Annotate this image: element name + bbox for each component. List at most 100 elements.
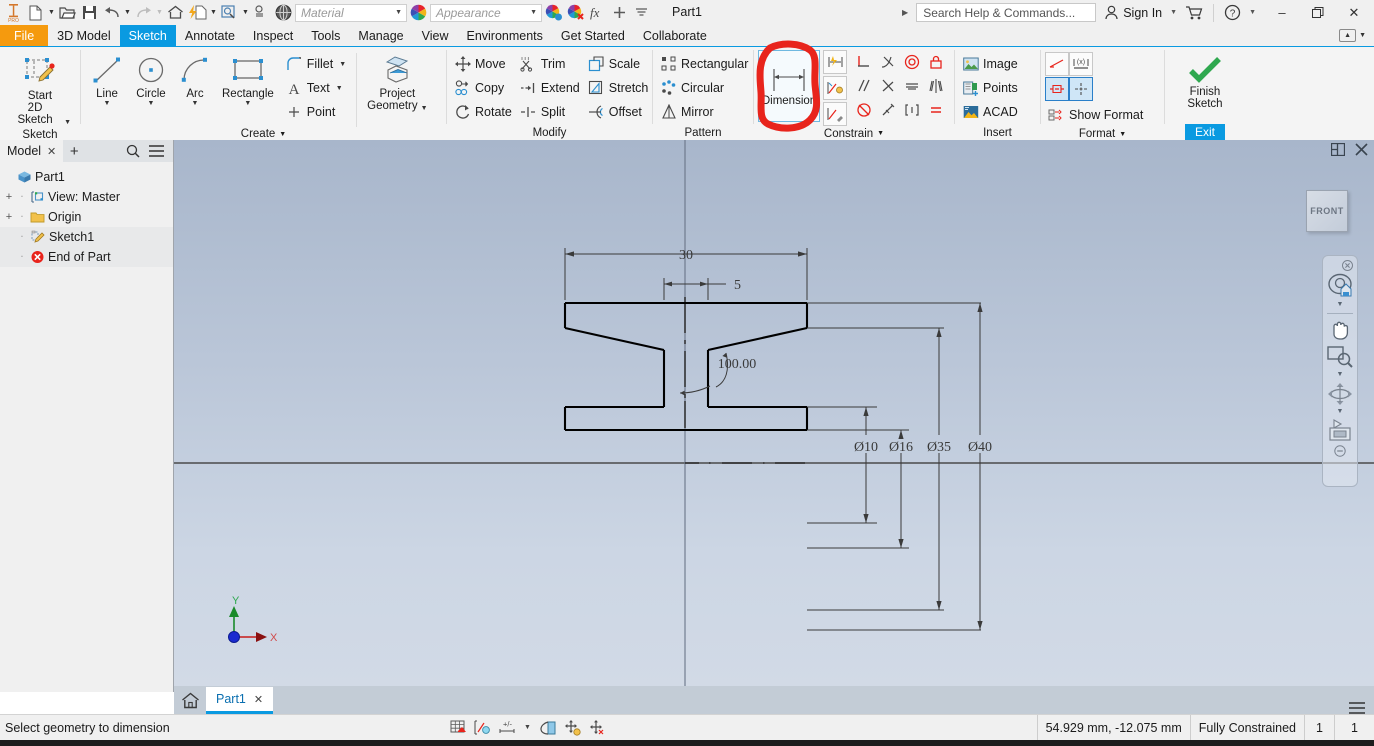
smooth-icon[interactable] bbox=[900, 98, 924, 122]
circle-button[interactable]: Circle ▼ bbox=[129, 50, 173, 109]
select-caret[interactable]: ▼ bbox=[241, 2, 250, 24]
zoom-window-icon[interactable] bbox=[1324, 344, 1356, 370]
arc-button[interactable]: Arc ▼ bbox=[173, 50, 217, 109]
extend-button[interactable]: Extend bbox=[517, 76, 585, 100]
dimension-dia-35-text[interactable]: Ø35 bbox=[927, 440, 951, 455]
stretch-button[interactable]: Stretch bbox=[585, 76, 654, 100]
open-folder-icon[interactable] bbox=[57, 2, 78, 24]
update-caret[interactable]: ▼ bbox=[209, 2, 218, 24]
tab-manage[interactable]: Manage bbox=[349, 25, 412, 46]
constraint-visibility-icon[interactable] bbox=[474, 720, 491, 736]
centerline-icon[interactable] bbox=[1045, 77, 1069, 101]
center-point-icon[interactable] bbox=[1069, 77, 1093, 101]
dimension-dia-10-text[interactable]: Ø10 bbox=[854, 440, 878, 455]
coincident-icon[interactable] bbox=[876, 74, 900, 98]
home-icon[interactable] bbox=[165, 2, 186, 24]
pan-hand-icon[interactable] bbox=[1324, 317, 1356, 343]
constraint-settings-icon[interactable] bbox=[823, 102, 847, 126]
parallel-icon[interactable] bbox=[852, 74, 876, 98]
document-tab-overflow-icon[interactable] bbox=[1349, 702, 1374, 714]
tab-view[interactable]: View bbox=[413, 25, 458, 46]
text-button[interactable]: A Text ▼ bbox=[283, 76, 351, 100]
tab-collaborate[interactable]: Collaborate bbox=[634, 25, 716, 46]
home-tab-button[interactable] bbox=[174, 687, 206, 714]
mirror-button[interactable]: Mirror bbox=[657, 100, 753, 124]
visibility-icon[interactable] bbox=[251, 2, 272, 24]
rotate-button[interactable]: Rotate bbox=[451, 100, 517, 124]
steering-wheel-icon[interactable] bbox=[1324, 272, 1356, 300]
split-button[interactable]: Split bbox=[517, 100, 585, 124]
symmetric-icon[interactable] bbox=[924, 74, 948, 98]
minimize-button[interactable]: – bbox=[1264, 0, 1300, 25]
show-format-button[interactable]: Show Format bbox=[1045, 103, 1148, 127]
fix-lock-icon[interactable] bbox=[924, 50, 948, 74]
show-all-degrees-icon[interactable] bbox=[588, 719, 605, 736]
exit-button[interactable]: Exit bbox=[1185, 123, 1225, 141]
driven-dimension-icon[interactable]: (x) bbox=[1069, 52, 1093, 76]
title-expander-icon[interactable]: ▶ bbox=[902, 8, 908, 17]
search-input[interactable]: Search Help & Commands... bbox=[916, 3, 1097, 22]
adjust-appearance-icon[interactable] bbox=[543, 2, 564, 24]
chevron-down-icon[interactable]: ▼ bbox=[244, 100, 251, 107]
chevron-down-icon[interactable]: ▼ bbox=[1337, 371, 1344, 380]
line-button[interactable]: Line ▼ bbox=[85, 50, 129, 109]
dimension-dia-40-text[interactable]: Ø40 bbox=[968, 440, 992, 455]
update-lightning-icon[interactable] bbox=[187, 2, 208, 24]
navbar-close-icon[interactable] bbox=[1324, 260, 1356, 271]
dimension-5-text[interactable]: 5 bbox=[734, 278, 741, 293]
save-icon[interactable] bbox=[79, 2, 100, 24]
trim-button[interactable]: Trim bbox=[517, 52, 585, 76]
show-constraints-icon[interactable] bbox=[823, 76, 847, 100]
ribbon-collapse-caret-icon[interactable]: ▼ bbox=[1359, 32, 1366, 39]
chevron-down-icon[interactable]: ▼ bbox=[192, 100, 199, 107]
close-button[interactable]: ✕ bbox=[1336, 0, 1372, 25]
close-icon[interactable]: ✕ bbox=[254, 693, 263, 706]
dimension-100-text[interactable]: 100.00 bbox=[718, 357, 757, 372]
sketch-drawing[interactable]: 30 5 100.00 Ø10 Ø16 Ø35 Ø40 bbox=[174, 140, 1374, 692]
help-icon[interactable]: ? bbox=[1224, 4, 1241, 21]
clear-appearance-icon[interactable] bbox=[565, 2, 586, 24]
panel-expand-icon[interactable]: ▼ bbox=[279, 131, 286, 138]
slice-graphics-icon[interactable] bbox=[538, 720, 557, 736]
view-cube[interactable]: FRONT bbox=[1306, 190, 1348, 232]
undo-caret[interactable]: ▼ bbox=[123, 2, 132, 24]
tab-get-started[interactable]: Get Started bbox=[552, 25, 634, 46]
finish-sketch-button[interactable]: Finish Sketch bbox=[1182, 52, 1227, 112]
show-all-constraints-icon[interactable] bbox=[564, 719, 581, 736]
tab-3d-model[interactable]: 3D Model bbox=[48, 25, 120, 46]
scale-button[interactable]: Scale bbox=[585, 52, 654, 76]
qat-more-icon[interactable] bbox=[631, 2, 652, 24]
image-button[interactable]: Image bbox=[959, 52, 1023, 76]
tab-file[interactable]: File bbox=[0, 25, 49, 46]
panel-expand-icon[interactable]: ▼ bbox=[877, 130, 884, 137]
dimension-button[interactable]: Dimension bbox=[758, 50, 820, 122]
hamburger-icon[interactable] bbox=[149, 145, 164, 157]
undo-icon[interactable] bbox=[101, 2, 122, 24]
material-globe-icon[interactable] bbox=[273, 2, 294, 24]
panel-expand-icon[interactable]: ▼ bbox=[1119, 131, 1126, 138]
orbit-icon[interactable] bbox=[1324, 381, 1356, 407]
tab-sketch[interactable]: Sketch bbox=[119, 25, 176, 46]
tab-tools[interactable]: Tools bbox=[302, 25, 349, 46]
fillet-button[interactable]: Fillet ▼ bbox=[283, 52, 351, 76]
tangent-icon[interactable] bbox=[876, 50, 900, 74]
move-button[interactable]: Move bbox=[451, 52, 517, 76]
points-button[interactable]: Points bbox=[959, 76, 1023, 100]
graphics-canvas[interactable]: 30 5 100.00 Ø10 Ø16 Ø35 Ø40 Y X FRONT ▼ … bbox=[174, 140, 1374, 692]
tab-inspect[interactable]: Inspect bbox=[244, 25, 302, 46]
restore-button[interactable] bbox=[1300, 0, 1336, 25]
point-button[interactable]: Point bbox=[283, 100, 351, 124]
select-icon[interactable] bbox=[219, 2, 240, 24]
sign-in-button[interactable]: Sign In bbox=[1104, 5, 1162, 20]
offset-button[interactable]: Offset bbox=[585, 100, 654, 124]
close-icon[interactable]: ✕ bbox=[47, 145, 56, 158]
material-combo[interactable]: Material ▼ bbox=[295, 3, 407, 22]
signin-caret-icon[interactable]: ▼ bbox=[1170, 9, 1177, 16]
dimension-display-icon[interactable]: +/- bbox=[498, 720, 517, 736]
dimension-display-caret-icon[interactable]: ▼ bbox=[524, 724, 531, 731]
add-icon[interactable] bbox=[609, 2, 630, 24]
tab-environments[interactable]: Environments bbox=[457, 25, 551, 46]
expander-plus-icon[interactable]: + bbox=[4, 191, 14, 203]
appearance-combo[interactable]: Appearance ▼ bbox=[430, 3, 542, 22]
restore-panel-icon[interactable] bbox=[1331, 143, 1345, 156]
